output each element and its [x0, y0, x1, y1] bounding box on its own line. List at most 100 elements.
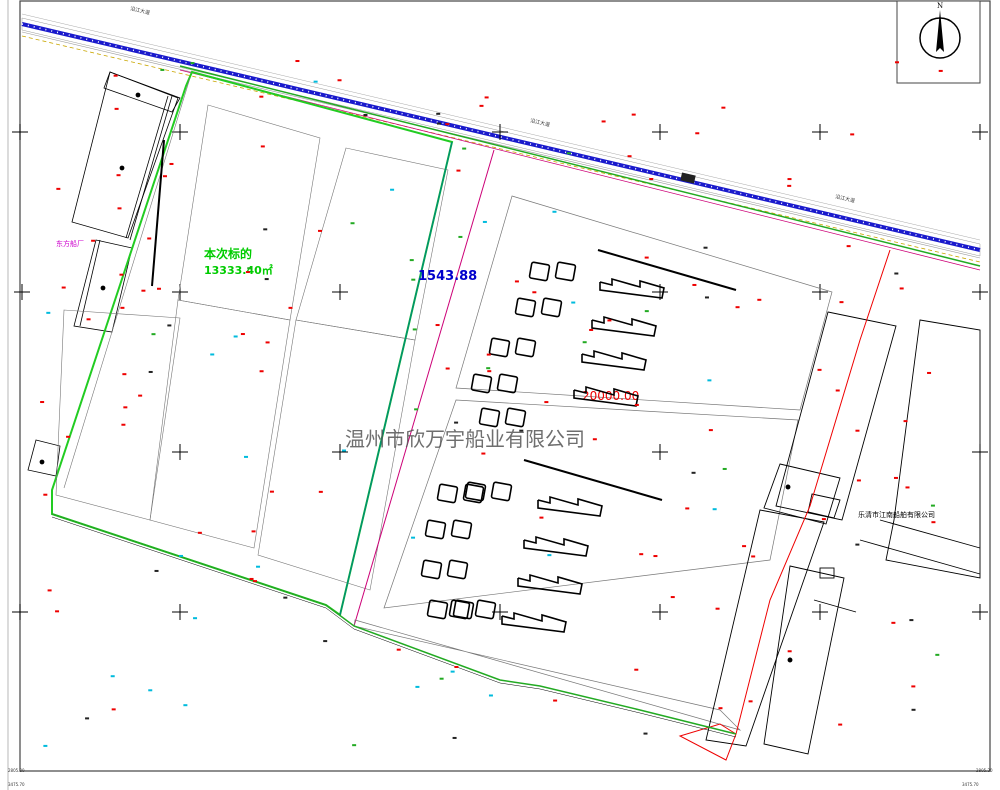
- survey-point: [91, 239, 96, 242]
- survey-point: [718, 707, 723, 710]
- survey-point: [245, 271, 250, 274]
- survey-point: [452, 736, 457, 739]
- survey-point: [855, 429, 860, 432]
- bid-area: 13333.40㎡: [204, 263, 273, 277]
- survey-point: [47, 589, 52, 592]
- survey-point: [481, 452, 486, 455]
- survey-point: [721, 106, 726, 109]
- red-boundary-line: [678, 249, 891, 761]
- small-building: [540, 297, 563, 318]
- survey-point: [249, 577, 254, 580]
- survey-point: [488, 694, 493, 697]
- small-building: [424, 519, 447, 540]
- small-building: [504, 407, 527, 428]
- survey-point: [903, 420, 908, 423]
- survey-points: [40, 60, 943, 747]
- survey-point: [514, 280, 519, 283]
- grid-cross: [972, 284, 988, 300]
- survey-point: [436, 112, 441, 115]
- survey-point: [935, 653, 940, 656]
- survey-point: [930, 504, 935, 507]
- survey-point: [445, 367, 450, 370]
- small-building: [478, 407, 501, 428]
- survey-point: [56, 187, 61, 190]
- survey-point: [634, 668, 639, 671]
- site-plan-drawing: N 沿江大道 沿江大道 沿江大道 东方船厂 本次标的 13333.40㎡ 154…: [7, 0, 993, 790]
- survey-point: [486, 353, 491, 356]
- survey-point: [539, 516, 544, 519]
- small-building: [496, 373, 519, 394]
- survey-point: [607, 319, 612, 322]
- survey-point: [643, 732, 648, 735]
- survey-point: [639, 553, 644, 556]
- south-boundary-dark: [51, 516, 737, 738]
- survey-point: [634, 403, 639, 406]
- survey-point: [927, 371, 932, 374]
- survey-point: [850, 133, 855, 136]
- survey-point: [251, 530, 256, 533]
- survey-point: [592, 438, 597, 441]
- bid-label: 本次标的: [204, 246, 252, 261]
- owner-watermark: 温州市欣万宇船业有限公司: [345, 427, 585, 451]
- small-building: [528, 261, 551, 282]
- survey-point: [337, 79, 342, 82]
- survey-point: [61, 286, 66, 289]
- survey-point: [43, 493, 48, 496]
- survey-point: [835, 389, 840, 392]
- survey-point: [119, 273, 124, 276]
- survey-point: [210, 353, 215, 356]
- survey-point: [649, 178, 654, 181]
- survey-point: [486, 367, 491, 370]
- coord-bottom-left-2: 3475.70: [8, 782, 25, 787]
- survey-point: [265, 341, 270, 344]
- survey-point: [482, 220, 487, 223]
- grid-cross: [652, 444, 668, 460]
- survey-point: [454, 665, 459, 668]
- survey-point: [151, 333, 156, 336]
- row-building: [581, 349, 647, 371]
- survey-point: [66, 435, 71, 438]
- building-strips: [523, 249, 737, 501]
- small-building: [446, 559, 469, 580]
- survey-point: [247, 267, 252, 270]
- survey-point: [757, 298, 762, 301]
- grid-cross: [172, 604, 188, 620]
- survey-point: [751, 555, 756, 558]
- grid-cross: [652, 124, 668, 140]
- survey-point: [411, 278, 416, 281]
- survey-point: [703, 246, 708, 249]
- survey-point: [169, 162, 174, 165]
- survey-point: [116, 174, 121, 177]
- survey-point: [318, 490, 323, 493]
- survey-point: [193, 617, 198, 620]
- small-building: [514, 337, 537, 358]
- survey-point: [114, 107, 119, 110]
- grid-cross: [812, 124, 828, 140]
- magenta-boundary-line: [353, 149, 495, 627]
- survey-point: [855, 543, 860, 546]
- survey-point: [121, 423, 126, 426]
- survey-point: [156, 287, 161, 290]
- survey-point: [313, 80, 318, 83]
- survey-point: [601, 120, 606, 123]
- survey-point: [148, 370, 153, 373]
- small-building: [470, 373, 493, 394]
- grid-cross: [812, 604, 828, 620]
- survey-point: [233, 335, 238, 338]
- grid-cross: [972, 124, 988, 140]
- survey-point: [396, 648, 401, 651]
- survey-point: [911, 685, 916, 688]
- survey-point: [742, 545, 747, 548]
- survey-point: [117, 207, 122, 210]
- survey-point: [110, 675, 115, 678]
- survey-point: [55, 610, 60, 613]
- grid-cross: [332, 284, 348, 300]
- survey-point: [787, 184, 792, 187]
- drawing-frame: [19, 0, 991, 772]
- survey-point: [695, 132, 700, 135]
- survey-point: [692, 283, 697, 286]
- survey-point: [817, 368, 822, 371]
- survey-point: [708, 429, 713, 432]
- survey-point: [931, 521, 936, 524]
- survey-point: [839, 301, 844, 304]
